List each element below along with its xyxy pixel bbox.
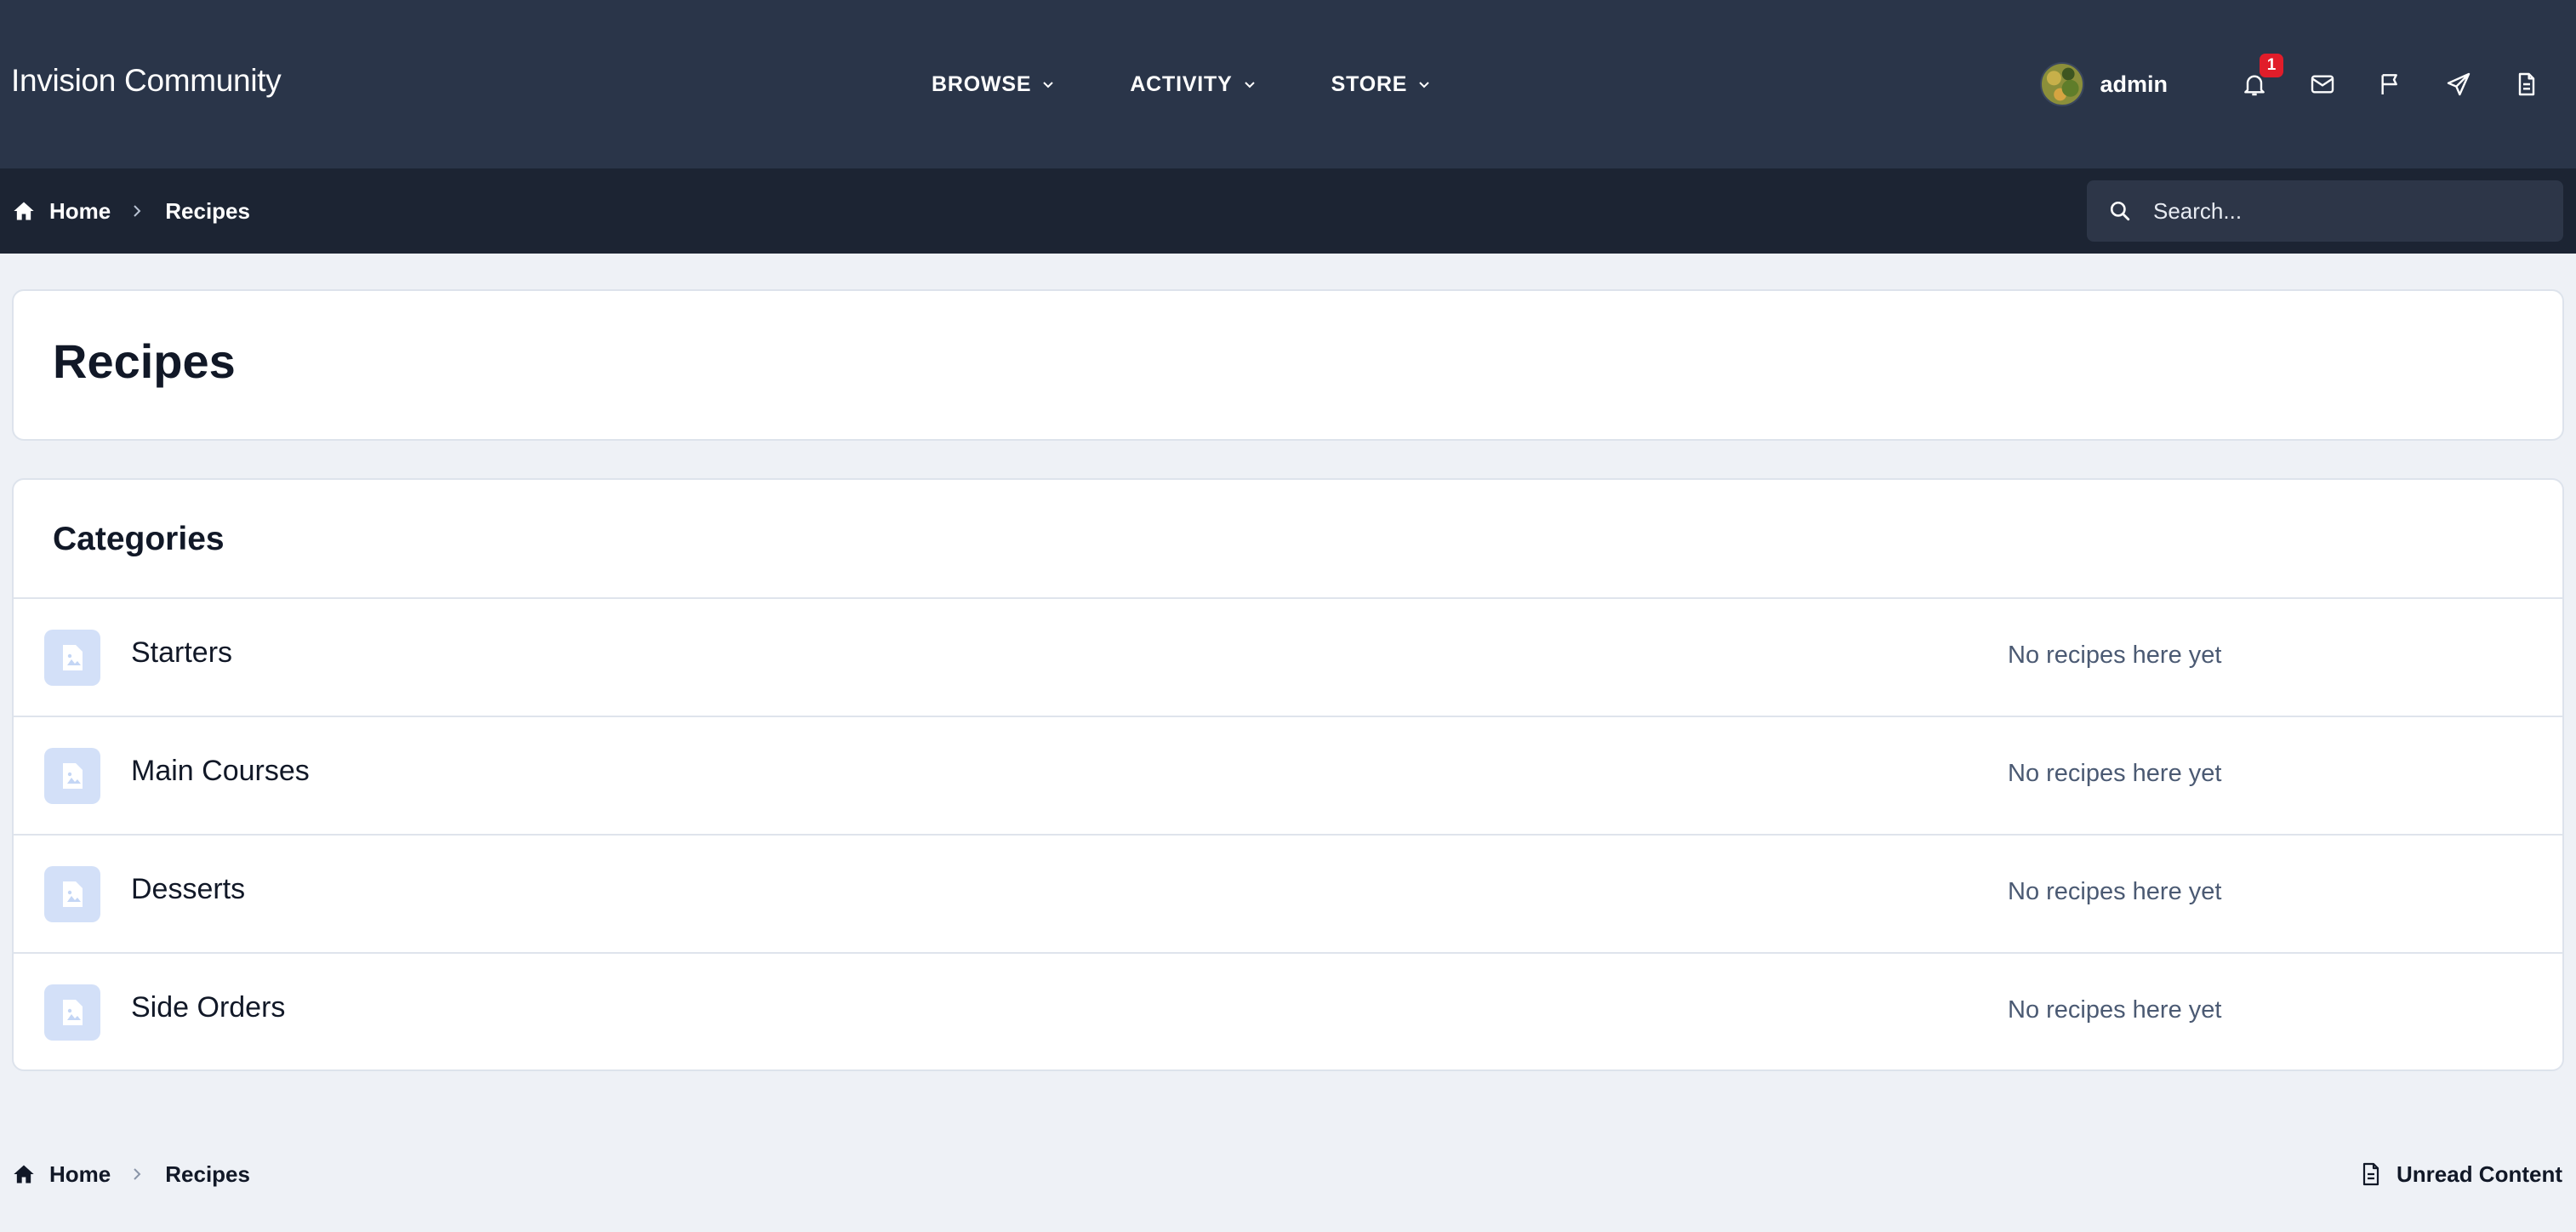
user-area: admin 1 xyxy=(2040,0,2542,168)
category-image-icon xyxy=(44,630,100,686)
category-status: No recipes here yet xyxy=(2008,996,2222,1024)
page-title: Recipes xyxy=(53,334,236,388)
site-title[interactable]: Invision Community xyxy=(11,63,282,99)
categories-title: Categories xyxy=(53,521,225,557)
document-icon xyxy=(2362,1162,2379,1186)
unread-content-link[interactable]: Unread Content xyxy=(2361,1152,2562,1196)
category-image-icon xyxy=(44,748,100,804)
category-status: No recipes here yet xyxy=(2008,878,2222,905)
categories-card: Categories Starters No recipes here yet … xyxy=(12,478,2564,1071)
content-button[interactable] xyxy=(2511,69,2542,100)
breadcrumb-current-label: Recipes xyxy=(165,197,250,224)
nav-activity-label: ACTIVITY xyxy=(1130,71,1233,96)
category-image-icon xyxy=(44,866,100,922)
category-name[interactable]: Desserts xyxy=(131,873,245,906)
page-header-card: Recipes xyxy=(12,289,2564,441)
footer-breadcrumb-home[interactable]: Home xyxy=(12,1161,111,1188)
footer-breadcrumb-current-label: Recipes xyxy=(165,1161,250,1187)
category-name[interactable]: Main Courses xyxy=(131,755,310,788)
nav-activity[interactable]: ACTIVITY xyxy=(1130,59,1256,110)
category-row[interactable]: Side Orders No recipes here yet xyxy=(14,952,2562,1069)
notification-badge: 1 xyxy=(2260,54,2283,77)
flag-icon xyxy=(2381,74,2397,94)
category-status: No recipes here yet xyxy=(2008,642,2222,669)
home-icon xyxy=(14,1165,34,1184)
avatar[interactable] xyxy=(2040,62,2085,106)
breadcrumb-recipes[interactable]: Recipes xyxy=(165,198,250,225)
category-status: No recipes here yet xyxy=(2008,760,2222,787)
document-icon xyxy=(2518,72,2535,96)
footer-breadcrumb: Home Recipes xyxy=(12,1152,250,1196)
search-icon xyxy=(2110,201,2130,221)
reports-button[interactable] xyxy=(2375,69,2406,100)
category-row[interactable]: Starters No recipes here yet xyxy=(14,597,2562,716)
notifications-button[interactable]: 1 xyxy=(2239,54,2283,100)
site-header: Invision Community BROWSE ACTIVITY STORE… xyxy=(0,0,2576,168)
paper-plane-icon xyxy=(2447,72,2471,96)
user-name[interactable]: admin xyxy=(2100,71,2168,98)
category-name[interactable]: Starters xyxy=(131,636,232,670)
breadcrumb-bar: Home Recipes xyxy=(0,168,2576,254)
nav-store-label: STORE xyxy=(1331,71,1408,96)
search-input[interactable] xyxy=(2153,197,2545,225)
chevron-right-icon xyxy=(134,1168,141,1180)
chevron-right-icon xyxy=(134,205,141,217)
envelope-icon xyxy=(2311,75,2334,94)
category-name[interactable]: Side Orders xyxy=(131,991,285,1024)
footer-breadcrumb-recipes[interactable]: Recipes xyxy=(165,1161,250,1188)
unread-content-label: Unread Content xyxy=(2396,1161,2562,1187)
main-nav: BROWSE ACTIVITY STORE xyxy=(932,0,1506,168)
send-button[interactable] xyxy=(2443,69,2474,100)
category-row[interactable]: Desserts No recipes here yet xyxy=(14,834,2562,952)
breadcrumb-home[interactable]: Home xyxy=(12,198,111,225)
nav-store[interactable]: STORE xyxy=(1331,59,1432,110)
chevron-down-icon xyxy=(1419,82,1429,88)
nav-browse-label: BROWSE xyxy=(932,71,1032,96)
chevron-down-icon xyxy=(1244,82,1255,88)
category-list: Starters No recipes here yet Main Course… xyxy=(14,597,2562,1069)
footer-breadcrumb-home-label: Home xyxy=(49,1161,111,1187)
breadcrumb-home-label: Home xyxy=(49,197,111,224)
nav-browse[interactable]: BROWSE xyxy=(932,59,1055,110)
messages-button[interactable] xyxy=(2307,69,2338,100)
search-box[interactable] xyxy=(2087,180,2563,242)
home-icon xyxy=(14,202,34,220)
category-row[interactable]: Main Courses No recipes here yet xyxy=(14,716,2562,834)
chevron-down-icon xyxy=(1043,82,1054,88)
breadcrumb: Home Recipes xyxy=(12,168,250,254)
category-image-icon xyxy=(44,984,100,1041)
